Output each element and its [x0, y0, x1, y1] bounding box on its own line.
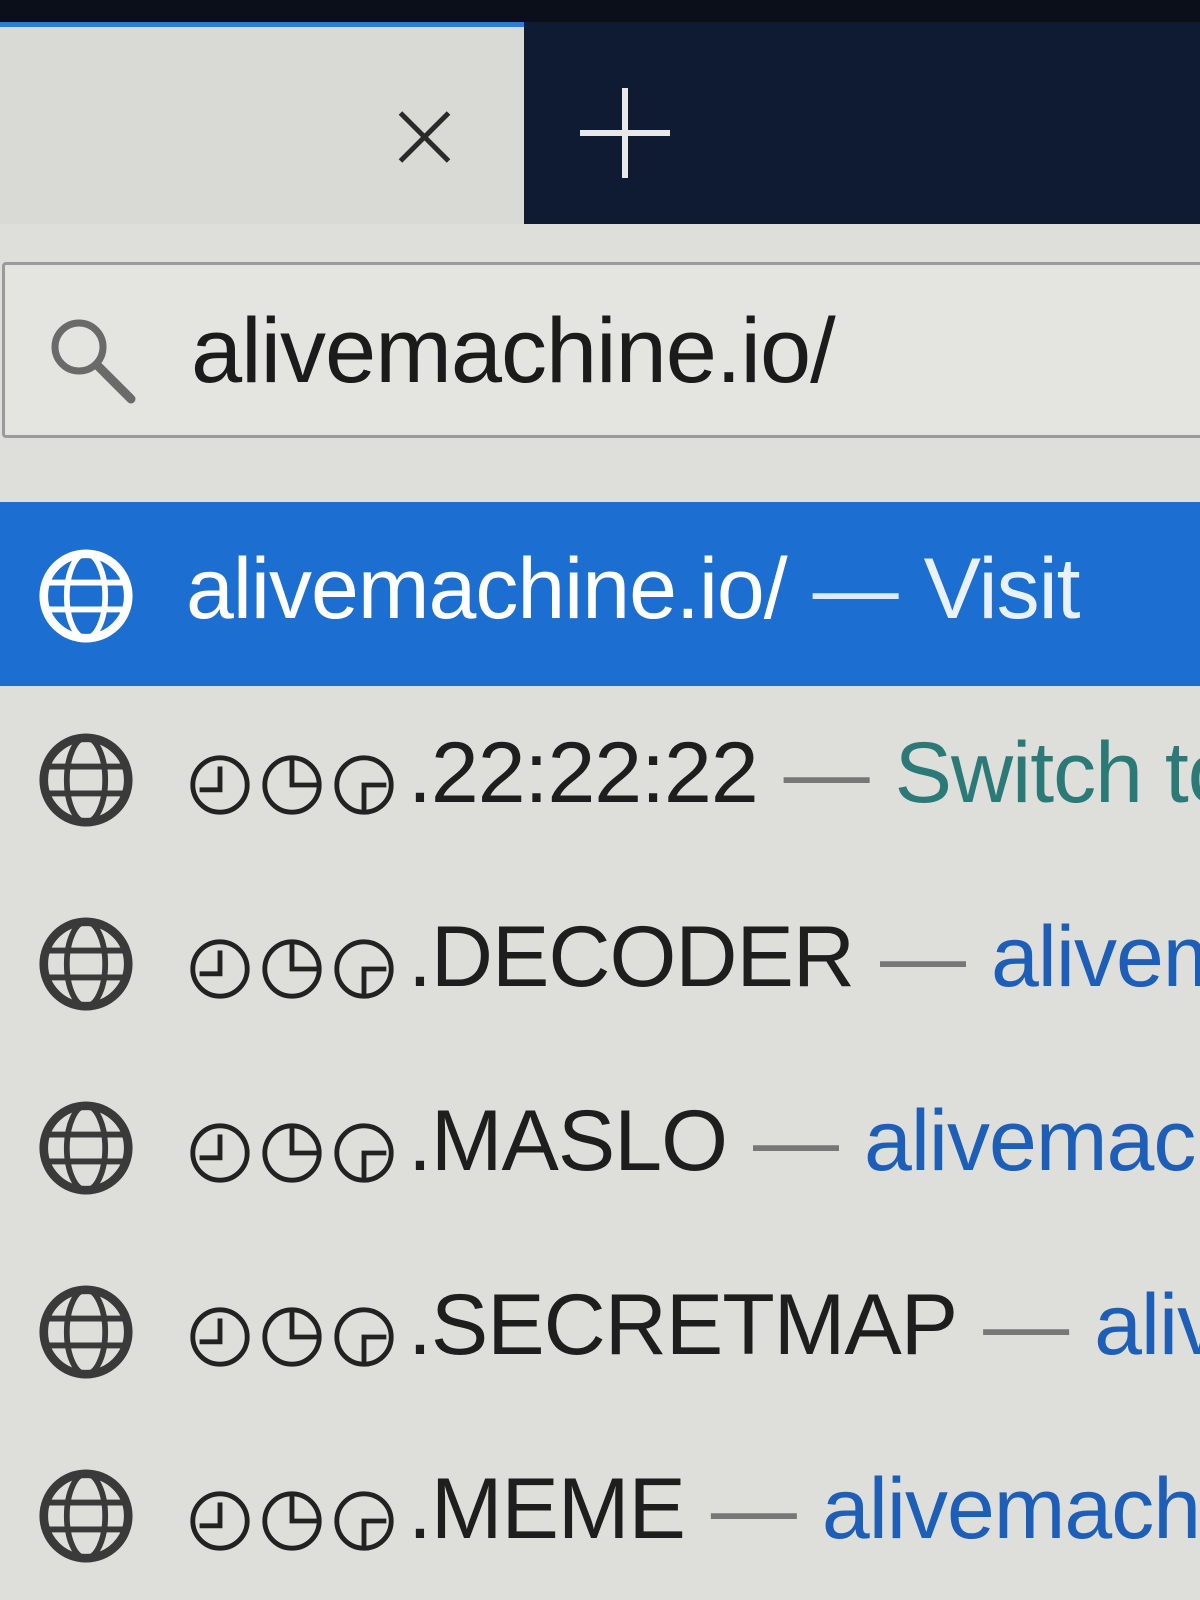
suggestion-row[interactable]: .MEME—alivemachir	[0, 1422, 1200, 1600]
globe-icon	[39, 733, 133, 827]
separator: —	[812, 541, 899, 637]
address-bar[interactable]: alivemachine.io/	[2, 262, 1200, 438]
suggestion-title: .MASLO	[408, 1093, 728, 1189]
globe-icon	[39, 1469, 133, 1563]
suggestion-text: .DECODER—alivema	[186, 908, 1200, 1013]
close-tab-icon[interactable]	[388, 101, 460, 173]
glyph-icon	[262, 755, 322, 815]
suggestion-row[interactable]: .DECODER—alivema	[0, 870, 1200, 1054]
glyph-icon	[334, 1307, 394, 1367]
suggestion-title: .DECODER	[408, 909, 855, 1005]
address-input[interactable]: alivemachine.io/	[191, 299, 836, 404]
globe-icon	[39, 1285, 133, 1379]
suggestion-row[interactable]: .22:22:22—Switch to	[0, 686, 1200, 870]
glyph-icon	[262, 1491, 322, 1551]
glyph-icon	[262, 939, 322, 999]
glyph-icon	[190, 939, 250, 999]
globe-icon	[39, 917, 133, 1011]
suggestion-title: .SECRETMAP	[408, 1277, 958, 1373]
tab-strip	[0, 22, 1200, 224]
top-bezel	[0, 0, 1200, 22]
browser-window: alivemachine.io/ alivemachine.io/—Visit	[0, 0, 1200, 1600]
page-glyph-icons	[186, 1282, 402, 1381]
suggestion-action: Visit	[923, 541, 1081, 637]
separator: —	[752, 1093, 839, 1189]
suggestion-text: .MEME—alivemachir	[186, 1460, 1200, 1565]
globe-icon	[39, 549, 133, 643]
page-glyph-icons	[186, 1466, 402, 1565]
suggestion-url: alivemachir	[821, 1461, 1200, 1557]
glyph-icon	[190, 1491, 250, 1551]
active-tab[interactable]	[0, 22, 524, 224]
suggestions-dropdown: alivemachine.io/— Visit .22:22:22— Switch …	[0, 502, 1200, 1600]
page-glyph-icons	[186, 1098, 402, 1197]
suggestion-url: alivema	[990, 909, 1200, 1005]
suggestion-title: .22:22:22	[408, 725, 759, 821]
separator: —	[783, 725, 870, 821]
separator: —	[879, 909, 966, 1005]
suggestion-text: alivemachine.io/— Visit	[186, 540, 1081, 639]
suggestion-title: .MEME	[408, 1461, 686, 1557]
glyph-icon	[190, 1123, 250, 1183]
glyph-icon	[190, 755, 250, 815]
glyph-icon	[334, 755, 394, 815]
suggestion-row[interactable]: .MASLO—alivemach	[0, 1054, 1200, 1238]
page-glyph-icons	[186, 730, 402, 829]
separator: —	[710, 1461, 797, 1557]
glyph-icon	[262, 1307, 322, 1367]
suggestion-text: .22:22:22—Switch to	[186, 724, 1200, 829]
search-icon	[51, 319, 136, 404]
suggestion-text: .SECRETMAP — alive	[186, 1276, 1200, 1381]
page-glyph-icons	[186, 914, 402, 1013]
glyph-icon	[334, 1123, 394, 1183]
glyph-icon	[262, 1123, 322, 1183]
glyph-icon	[190, 1307, 250, 1367]
suggestion-title: alivemachine.io/	[186, 541, 788, 637]
suggestion-text: .MASLO—alivemach	[186, 1092, 1200, 1197]
suggestion-url: alivemach	[863, 1093, 1200, 1189]
globe-icon	[39, 1101, 133, 1195]
switch-to-tab-action: Switch to	[894, 725, 1200, 821]
separator: —	[983, 1277, 1069, 1373]
suggestion-row[interactable]: .SECRETMAP — alive	[0, 1238, 1200, 1422]
glyph-icon	[334, 939, 394, 999]
glyph-icon	[334, 1491, 394, 1551]
new-tab-icon[interactable]	[580, 88, 670, 178]
suggestion-url: alive	[1094, 1277, 1200, 1373]
suggestion-row[interactable]: alivemachine.io/— Visit	[0, 502, 1200, 686]
